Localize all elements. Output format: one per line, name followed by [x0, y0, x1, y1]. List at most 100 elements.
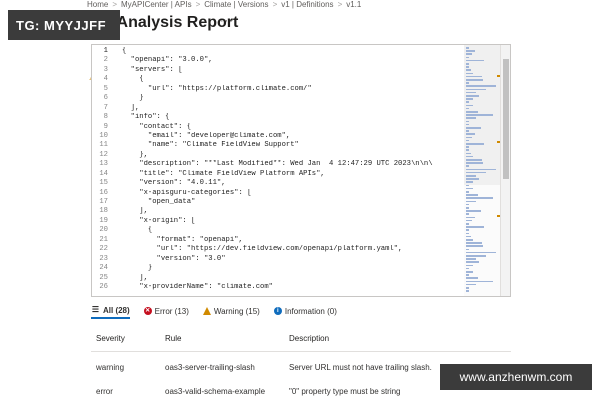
code-text[interactable]: "email": "developer@climate.com", [122, 132, 290, 141]
code-line[interactable]: 21 "format": "openapi", [92, 236, 464, 245]
line-number: 20 [99, 226, 108, 235]
warning-icon [202, 307, 211, 315]
tab-error[interactable]: ✕ Error (13) [143, 303, 189, 319]
issue-filter-tabs: ☰ All (28) ✕ Error (13) Warning (15) i I… [91, 303, 337, 319]
code-line[interactable]: 18 ], [92, 207, 464, 216]
code-line[interactable]: 11 "name": "Climate FieldView Support" [92, 141, 464, 150]
breadcrumb-separator: > [195, 0, 201, 9]
code-editor[interactable]: 1{2 "openapi": "3.0.0", 3 "servers": [4 {… [91, 44, 511, 297]
code-text[interactable]: }, [122, 151, 148, 160]
code-text[interactable]: "servers": [ [122, 66, 183, 75]
minimap-line [466, 66, 469, 68]
code-line[interactable]: 2 "openapi": "3.0.0", [92, 56, 464, 65]
code-line[interactable]: 25 ], [92, 274, 464, 283]
minimap-line [466, 187, 474, 190]
code-line[interactable]: 15 "version": "4.0.11", [92, 179, 464, 188]
minimap-line [466, 117, 477, 119]
line-number: 17 [99, 198, 108, 206]
code-line[interactable]: 24 } [92, 264, 464, 273]
code-line[interactable]: 16 "x-apisguru-categories": [ [92, 189, 464, 198]
code-line[interactable]: 4 { [92, 75, 464, 84]
code-text[interactable]: "url": "https://platform.climate.com/" [122, 85, 312, 94]
code-text[interactable]: "version": "3.0" [122, 255, 226, 264]
minimap-line [466, 232, 469, 235]
minimap-line [466, 98, 474, 100]
breadcrumb-version[interactable]: v1.1 [346, 0, 361, 10]
line-number: 4 [103, 75, 108, 84]
code-line[interactable]: 5 "url": "https://platform.climate.com/" [92, 85, 464, 94]
breadcrumb-apis[interactable]: MyAPICenter | APIs [121, 0, 192, 10]
minimap-line [466, 101, 469, 103]
code-line[interactable]: 12 }, [92, 151, 464, 160]
tab-warning-label: Warning (15) [213, 306, 260, 316]
code-text[interactable]: { [122, 47, 126, 56]
code-text[interactable]: "info": { [122, 113, 170, 122]
row-severity: warning [96, 363, 125, 372]
code-text[interactable]: ], [122, 274, 148, 283]
code-text[interactable]: "x-origin": [ [122, 217, 195, 226]
code-text[interactable]: "version": "4.0.11", [122, 179, 225, 188]
minimap-line [466, 219, 472, 222]
code-text[interactable]: "openapi": "3.0.0", [122, 56, 213, 65]
line-number: 8 [103, 113, 108, 122]
code-text[interactable]: "url": "https://dev.fieldview.com/openap… [122, 245, 403, 254]
breadcrumb-home[interactable]: Home [87, 0, 108, 10]
tab-warning[interactable]: Warning (15) [202, 303, 260, 319]
code-text[interactable]: "name": "Climate FieldView Support" [122, 141, 299, 150]
code-line[interactable]: 17 "open_data" [92, 198, 464, 207]
code-line[interactable]: 13 "description": "**Last Modified**: We… [92, 160, 464, 169]
header-rule[interactable]: Rule [165, 334, 181, 343]
code-line[interactable]: 9 "contact": { [92, 123, 464, 132]
minimap-line [466, 229, 469, 231]
tab-information[interactable]: i Information (0) [273, 303, 337, 319]
minimap[interactable] [464, 45, 500, 296]
tab-all[interactable]: ☰ All (28) [91, 303, 130, 319]
breadcrumb-definitions[interactable]: v1 | Definitions [281, 0, 333, 10]
code-line[interactable]: 26 "x-providerName": "climate.com" [92, 283, 464, 292]
table-header-row: Severity Rule Description [91, 334, 511, 352]
minimap-line [466, 63, 469, 65]
code-line[interactable]: 22 "url": "https://dev.fieldview.com/ope… [92, 245, 464, 254]
code-text[interactable]: "format": "openapi", [122, 236, 243, 245]
code-line[interactable]: 19 "x-origin": [ [92, 217, 464, 226]
minimap-warning-marker [497, 75, 500, 77]
code-text[interactable]: ], [122, 104, 140, 113]
row-rule: oas3-valid-schema-example [165, 387, 266, 396]
code-line[interactable]: 23 "version": "3.0" [92, 255, 464, 264]
header-severity[interactable]: Severity [96, 334, 125, 343]
minimap-line [466, 184, 469, 187]
code-line[interactable]: 14 "title": "Climate FieldView Platform … [92, 170, 464, 179]
minimap-line [466, 200, 477, 203]
code-text[interactable]: "title": "Climate FieldView Platform API… [122, 170, 324, 179]
minimap-line [466, 213, 469, 215]
code-line[interactable]: 10 "email": "developer@climate.com", [92, 132, 464, 141]
code-line[interactable]: 1{ [92, 47, 464, 56]
code-text[interactable]: { [122, 75, 143, 84]
code-line[interactable]: 8 "info": { [92, 113, 464, 122]
code-lines[interactable]: 1{2 "openapi": "3.0.0", 3 "servers": [4 {… [92, 45, 464, 296]
minimap-line [466, 267, 469, 270]
code-line[interactable]: 20 { [92, 226, 464, 235]
line-number: 10 [99, 131, 108, 140]
header-description[interactable]: Description [289, 334, 329, 343]
code-line[interactable]: 6 } [92, 94, 464, 103]
minimap-line [466, 88, 486, 91]
code-text[interactable]: "x-apisguru-categories": [ [122, 189, 251, 198]
code-text[interactable]: "x-providerName": "climate.com" [122, 283, 273, 292]
code-line[interactable]: 3 "servers": [ [92, 66, 464, 75]
code-text[interactable]: } [122, 264, 152, 273]
code-text[interactable]: "open_data" [122, 198, 195, 207]
code-text[interactable]: { [122, 226, 152, 235]
code-line[interactable]: 7 ], [92, 104, 464, 113]
row-rule: oas3-server-trailing-slash [165, 363, 255, 372]
minimap-line [466, 130, 469, 132]
code-text[interactable]: "contact": { [122, 123, 191, 132]
code-text[interactable]: ], [122, 207, 148, 216]
code-text[interactable]: "description": "**Last Modified**: Wed J… [122, 160, 432, 169]
breadcrumb-versions[interactable]: Climate | Versions [204, 0, 268, 10]
line-number: 1 [103, 47, 108, 55]
more-options-button[interactable]: ··· [220, 15, 234, 27]
scrollbar-thumb[interactable] [503, 59, 509, 179]
code-text[interactable]: } [122, 94, 143, 103]
minimap-line [466, 104, 474, 107]
